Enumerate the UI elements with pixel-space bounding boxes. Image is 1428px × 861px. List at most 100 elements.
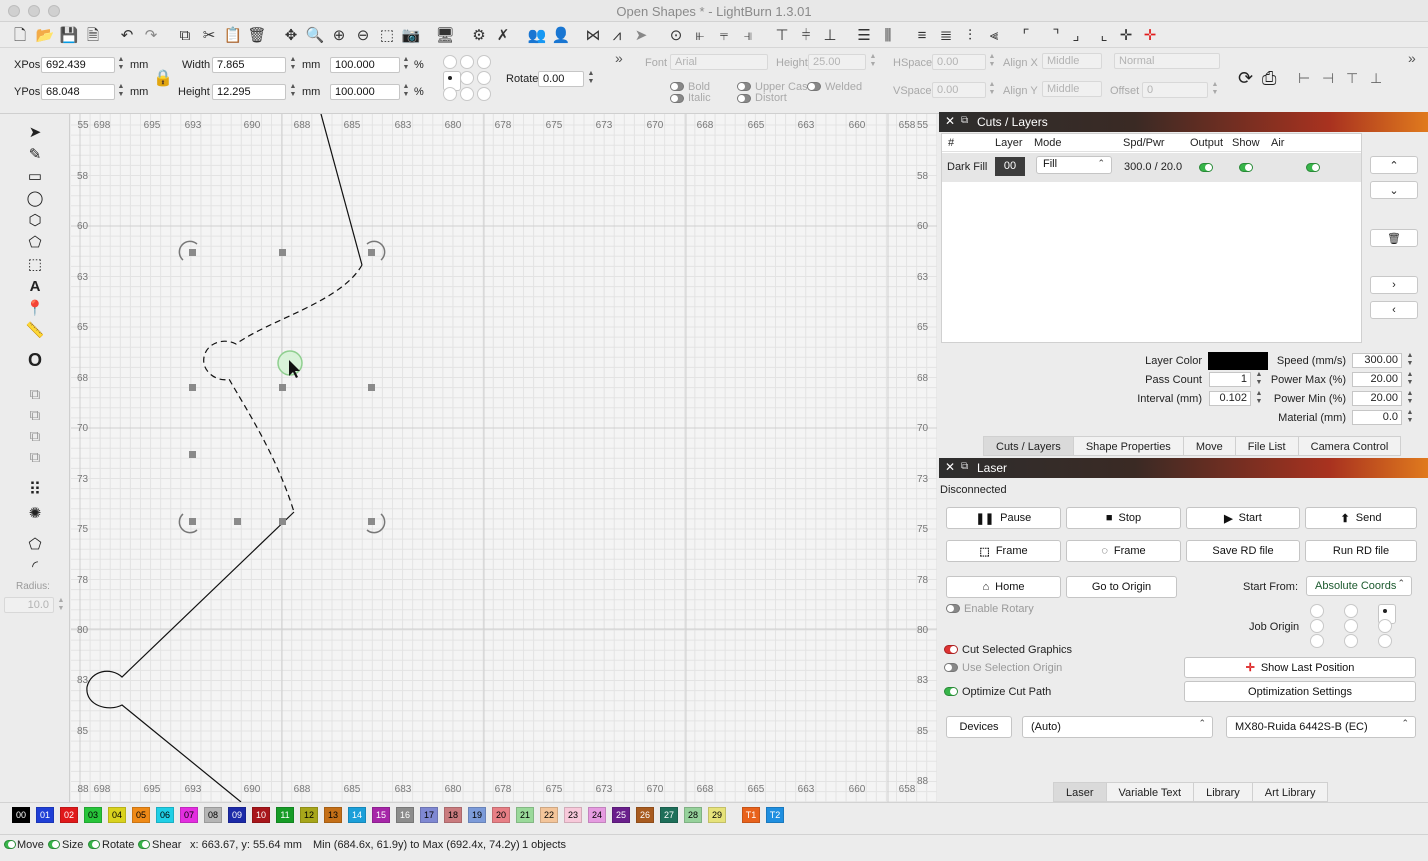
palette-swatch-13[interactable]: 13 bbox=[324, 807, 342, 823]
scale-height-field[interactable]: 100.000 bbox=[330, 84, 400, 100]
optimization-settings-button[interactable]: Optimization Settings bbox=[1184, 681, 1416, 702]
job-origin-bl[interactable] bbox=[1310, 634, 1324, 648]
anchor-mc[interactable] bbox=[460, 71, 474, 85]
font-height-stepper[interactable]: ▲ ▼ bbox=[869, 53, 877, 71]
move-toggle[interactable] bbox=[4, 840, 16, 849]
zoom-fit-icon[interactable]: 🔍 bbox=[305, 25, 325, 45]
palette-swatch-25[interactable]: 25 bbox=[612, 807, 630, 823]
align-top-icon[interactable]: ⊤ bbox=[772, 25, 792, 45]
interval-field[interactable]: 0.102 bbox=[1209, 391, 1251, 406]
palette-swatch-18[interactable]: 18 bbox=[444, 807, 462, 823]
palette-swatch-T2[interactable]: T2 bbox=[766, 807, 784, 823]
power-min-stepper[interactable]: ▲ ▼ bbox=[1406, 390, 1414, 408]
send-icon[interactable]: ➤ bbox=[631, 25, 651, 45]
open-file-icon[interactable]: 📂 bbox=[35, 25, 55, 45]
more-chevron-icon[interactable]: » bbox=[1408, 50, 1416, 66]
zoom-selection-icon[interactable]: ⬚ bbox=[377, 25, 397, 45]
power-max-field[interactable]: 20.00 bbox=[1352, 372, 1402, 387]
scale-width-stepper[interactable]: ▲ ▼ bbox=[402, 56, 410, 74]
anchor-mr[interactable] bbox=[477, 71, 491, 85]
position-pin-icon[interactable]: 📍 bbox=[24, 298, 46, 318]
paste-icon[interactable]: 📋 bbox=[223, 25, 243, 45]
distort-toggle[interactable] bbox=[737, 94, 751, 103]
palette-swatch-16[interactable]: 16 bbox=[396, 807, 414, 823]
uppercase-toggle[interactable] bbox=[737, 82, 751, 91]
xpos-field[interactable]: 692.439 bbox=[41, 57, 115, 73]
undo-icon[interactable]: ↶ bbox=[117, 25, 137, 45]
palette-swatch-12[interactable]: 12 bbox=[300, 807, 318, 823]
row-output-toggle[interactable] bbox=[1199, 163, 1213, 172]
align-right-icon[interactable]: ⫣ bbox=[738, 25, 758, 45]
palette-swatch-09[interactable]: 09 bbox=[228, 807, 246, 823]
palette-swatch-15[interactable]: 15 bbox=[372, 807, 390, 823]
circular-array-icon[interactable]: ✺ bbox=[24, 503, 46, 523]
tab-library[interactable]: Library bbox=[1193, 782, 1253, 802]
cut-icon[interactable]: ✂ bbox=[199, 25, 219, 45]
laser-position-icon[interactable]: ✛ bbox=[1140, 25, 1160, 45]
palette-swatch-10[interactable]: 10 bbox=[252, 807, 270, 823]
vspace-stepper[interactable]: ▲ ▼ bbox=[988, 81, 996, 99]
intersect-icon[interactable]: ⧉ bbox=[24, 447, 46, 467]
width-stepper[interactable]: ▲ ▼ bbox=[289, 56, 297, 74]
expand-right-button[interactable]: › bbox=[1370, 276, 1418, 294]
palette-swatch-21[interactable]: 21 bbox=[516, 807, 534, 823]
home-button[interactable]: ⌂ Home bbox=[946, 576, 1061, 598]
delete-layer-button[interactable]: 🗑 bbox=[1370, 229, 1418, 247]
anchor-bl[interactable] bbox=[443, 87, 457, 101]
stop-button[interactable]: ■ Stop bbox=[1066, 507, 1181, 529]
row-layer-swatch[interactable]: 00 bbox=[995, 157, 1025, 176]
select-arrow-icon[interactable]: ➤ bbox=[24, 122, 46, 142]
dock-top-icon[interactable]: ⊤ bbox=[1346, 70, 1358, 87]
tab-art-library[interactable]: Art Library bbox=[1251, 782, 1329, 802]
edit-nodes-icon[interactable]: ⬚ bbox=[24, 254, 46, 274]
lock-ratio-icon[interactable]: 🔒 bbox=[153, 68, 173, 88]
corner-br-icon[interactable]: ⌞ bbox=[1094, 25, 1114, 45]
pass-count-field[interactable]: 1 bbox=[1209, 372, 1251, 387]
palette-swatch-17[interactable]: 17 bbox=[420, 807, 438, 823]
align-center-icon[interactable]: ⫧ bbox=[714, 25, 734, 45]
tab-file-list[interactable]: File List bbox=[1234, 436, 1299, 456]
height-field[interactable]: 12.295 bbox=[212, 84, 286, 100]
group-users-icon[interactable]: 👥 bbox=[527, 25, 547, 45]
job-origin-mr[interactable] bbox=[1378, 619, 1392, 633]
palette-swatch-19[interactable]: 19 bbox=[468, 807, 486, 823]
speed-stepper[interactable]: ▲ ▼ bbox=[1406, 352, 1414, 370]
power-min-field[interactable]: 20.00 bbox=[1352, 391, 1402, 406]
job-origin-tl[interactable] bbox=[1310, 604, 1324, 618]
start-button[interactable]: ▶ Start bbox=[1186, 507, 1300, 529]
palette-swatch-01[interactable]: 01 bbox=[36, 807, 54, 823]
settings-gear-icon[interactable]: ⚙ bbox=[469, 25, 489, 45]
scale-height-stepper[interactable]: ▲ ▼ bbox=[402, 83, 410, 101]
dock-left-icon[interactable]: ⊢ bbox=[1298, 70, 1310, 87]
close-laser-panel-icon[interactable]: ✕ bbox=[945, 461, 957, 473]
width-field[interactable]: 7.865 bbox=[212, 57, 286, 73]
alignx-select[interactable]: Middle bbox=[1042, 53, 1102, 69]
job-origin-tc[interactable] bbox=[1344, 604, 1358, 618]
anchor-tr[interactable] bbox=[477, 55, 491, 69]
anchor-br[interactable] bbox=[477, 87, 491, 101]
job-origin-bc[interactable] bbox=[1344, 634, 1358, 648]
rotate-toggle[interactable] bbox=[88, 840, 100, 849]
cut-selected-toggle[interactable] bbox=[944, 645, 958, 654]
tab-variable-text[interactable]: Variable Text bbox=[1105, 782, 1195, 802]
power-max-stepper[interactable]: ▲ ▼ bbox=[1406, 371, 1414, 389]
table-row[interactable]: Dark Fill 00 Fill 300.0 / 20.0 bbox=[942, 153, 1361, 182]
pause-button[interactable]: ❚❚ Pause bbox=[946, 507, 1061, 529]
move-layer-up-button[interactable]: ⌃ bbox=[1370, 156, 1418, 174]
palette-swatch-02[interactable]: 02 bbox=[60, 807, 78, 823]
scale-width-field[interactable]: 100.000 bbox=[330, 57, 400, 73]
shear-toggle[interactable] bbox=[138, 840, 150, 849]
dock-bottom-icon[interactable]: ⊥ bbox=[1370, 70, 1382, 87]
polygon-icon[interactable]: ⬡ bbox=[24, 210, 46, 230]
bezier-icon[interactable]: ⬠ bbox=[24, 534, 46, 554]
vspace-field[interactable]: 0.00 bbox=[932, 82, 986, 98]
show-last-position-button[interactable]: ✛ Show Last Position bbox=[1184, 657, 1416, 678]
palette-swatch-28[interactable]: 28 bbox=[684, 807, 702, 823]
job-origin-ml[interactable] bbox=[1310, 619, 1324, 633]
radius-field[interactable]: 10.0 bbox=[4, 597, 54, 613]
distribute-v-icon[interactable]: ⫼ bbox=[878, 25, 898, 45]
port-select[interactable]: (Auto) bbox=[1022, 716, 1213, 738]
save-rd-button[interactable]: Save RD file bbox=[1186, 540, 1300, 562]
space-h-icon[interactable]: ≡ bbox=[912, 25, 932, 45]
xpos-stepper[interactable]: ▲ ▼ bbox=[117, 56, 125, 74]
